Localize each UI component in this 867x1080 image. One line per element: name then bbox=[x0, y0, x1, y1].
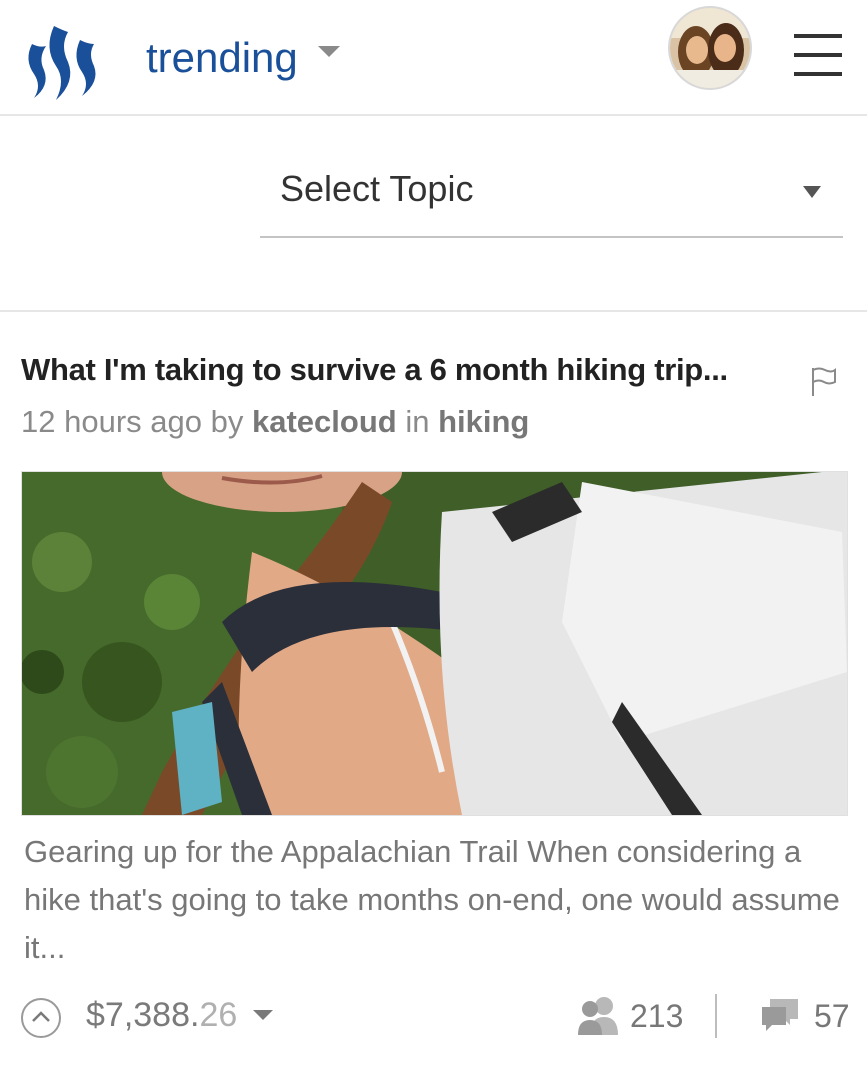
app-header: trending bbox=[0, 0, 867, 116]
hamburger-menu-icon[interactable] bbox=[794, 34, 842, 76]
author-link[interactable]: katecloud bbox=[252, 404, 397, 439]
comments-count: 57 bbox=[814, 997, 850, 1034]
comments-button[interactable]: 57 bbox=[760, 992, 850, 1040]
chevron-up-icon bbox=[32, 1011, 50, 1022]
page-title: trending bbox=[146, 34, 298, 81]
chevron-down-icon bbox=[803, 186, 821, 198]
in-text: in bbox=[405, 404, 430, 439]
chevron-down-icon bbox=[317, 45, 340, 57]
topic-select-label: Select Topic bbox=[280, 168, 474, 209]
post-title[interactable]: What I'm taking to survive a 6 month hik… bbox=[21, 352, 728, 388]
post-summary[interactable]: Gearing up for the Appalachian Trail Whe… bbox=[24, 828, 854, 972]
payout-value[interactable]: $7,388.26 bbox=[86, 996, 237, 1035]
users-icon bbox=[578, 997, 618, 1035]
post-meta: 12 hours ago by katecloud in hiking bbox=[21, 404, 529, 440]
divider bbox=[715, 994, 717, 1038]
post-card: What I'm taking to survive a 6 month hik… bbox=[0, 314, 867, 1080]
user-avatar[interactable] bbox=[668, 6, 752, 90]
category-link[interactable]: hiking bbox=[438, 404, 529, 439]
topic-section: Select Topic bbox=[0, 118, 867, 312]
avatar-photo bbox=[670, 8, 750, 88]
post-thumbnail[interactable] bbox=[21, 471, 848, 816]
post-time: 12 hours ago bbox=[21, 404, 202, 439]
comments-icon bbox=[762, 999, 798, 1031]
voters-button[interactable]: 213 bbox=[576, 992, 683, 1040]
by-text: by bbox=[210, 404, 244, 439]
post-footer: $7,388.26 213 57 bbox=[0, 990, 867, 1046]
payout-cents: 26 bbox=[199, 996, 238, 1034]
payout-main: $7,388. bbox=[86, 996, 200, 1034]
steemit-logo-icon[interactable] bbox=[22, 18, 106, 102]
voters-count: 213 bbox=[630, 997, 684, 1034]
upvote-button[interactable] bbox=[21, 998, 61, 1038]
hiker-backpack-image bbox=[22, 472, 847, 815]
topic-select[interactable]: Select Topic bbox=[260, 162, 843, 238]
flag-icon[interactable] bbox=[810, 366, 838, 398]
page-dropdown[interactable]: trending bbox=[146, 30, 340, 86]
chevron-down-icon[interactable] bbox=[253, 1010, 273, 1020]
